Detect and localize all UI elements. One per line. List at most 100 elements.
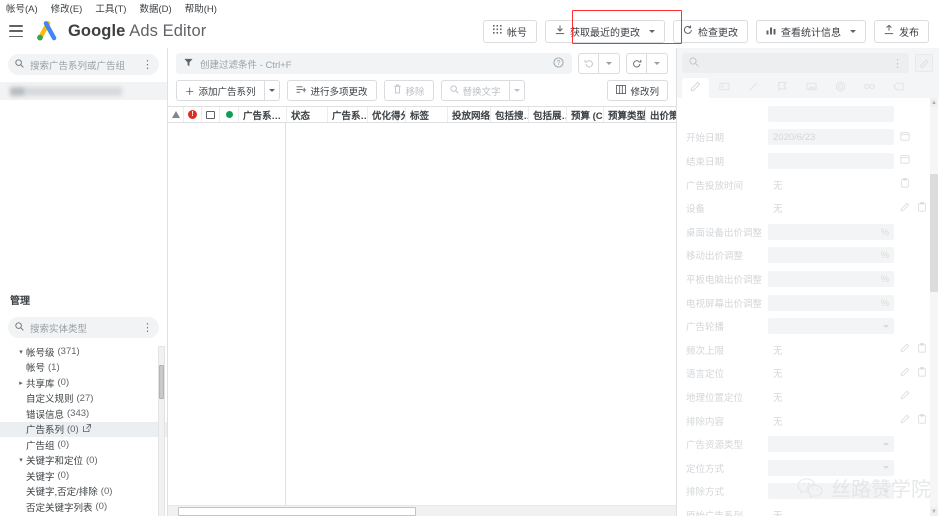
chevron-down-icon[interactable]: [649, 29, 655, 33]
tree-shared-library[interactable]: ▸ 共享库 (0): [0, 375, 167, 391]
pencil-icon[interactable]: [900, 367, 910, 380]
field-value[interactable]: 无: [768, 365, 894, 381]
horizontal-scrollbar[interactable]: [168, 505, 676, 516]
details-search-input[interactable]: ⋮: [682, 53, 909, 73]
view-statistics-button[interactable]: 查看统计信息: [756, 19, 866, 43]
menu-data[interactable]: 数据(D): [139, 1, 171, 15]
tab-extensions[interactable]: [769, 78, 796, 98]
column-header[interactable]: 预算 (C…: [567, 107, 604, 122]
field-value[interactable]: [768, 483, 894, 500]
publish-button[interactable]: 发布: [874, 19, 929, 43]
horizontal-scrollbar-thumb[interactable]: [178, 507, 416, 516]
pencil-icon[interactable]: [900, 202, 910, 215]
column-warning-triangle-icon[interactable]: [168, 107, 184, 122]
table-body[interactable]: [168, 123, 676, 516]
tree-accounts[interactable]: 帐号 (1): [0, 360, 167, 376]
undo-dropdown[interactable]: [599, 53, 620, 74]
field-value[interactable]: 无: [768, 342, 894, 358]
field-value[interactable]: %: [768, 294, 894, 311]
tree-keywords-targeting[interactable]: ▾ 关键字和定位 (0): [0, 453, 167, 469]
add-campaign-dropdown[interactable]: [264, 80, 280, 101]
tab-images[interactable]: [798, 78, 825, 98]
chevron-down-icon[interactable]: [883, 442, 889, 446]
field-value[interactable]: %: [768, 223, 894, 240]
more-options-icon[interactable]: ⋮: [142, 321, 153, 334]
chevron-down-icon[interactable]: [883, 324, 889, 328]
chevron-down-icon[interactable]: [850, 29, 856, 33]
column-header[interactable]: 预算类型: [604, 107, 646, 122]
tab-links[interactable]: [856, 78, 883, 98]
field-value[interactable]: %: [768, 247, 894, 264]
tab-labels[interactable]: [885, 78, 912, 98]
sidebar-scrollbar[interactable]: [158, 346, 165, 516]
tree-account-level[interactable]: ▾ 帐号级 (371): [0, 344, 167, 360]
field-value[interactable]: 无: [768, 177, 894, 193]
tab-keywords[interactable]: [711, 78, 738, 98]
field-value[interactable]: 无: [768, 389, 894, 405]
field-value[interactable]: [768, 105, 894, 122]
menu-account[interactable]: 帐号(A): [6, 1, 38, 15]
pencil-icon[interactable]: [900, 343, 910, 356]
column-error-badge-icon[interactable]: !: [184, 107, 202, 122]
remove-button[interactable]: 移除: [383, 80, 434, 101]
add-campaign-button[interactable]: ＋ 添加广告系列: [176, 80, 265, 101]
replace-text-dropdown[interactable]: [509, 80, 525, 101]
menu-help[interactable]: 帮助(H): [185, 1, 217, 15]
field-value[interactable]: 无: [768, 413, 894, 429]
make-multiple-changes-button[interactable]: 进行多项更改: [286, 80, 377, 101]
chevron-down-icon[interactable]: [883, 489, 889, 493]
chevron-icon[interactable]: ▾: [16, 456, 26, 464]
menu-tools[interactable]: 工具(T): [95, 1, 126, 15]
redo-dropdown[interactable]: [647, 53, 668, 74]
field-value[interactable]: 无: [768, 507, 894, 516]
accounts-button[interactable]: 帐号: [483, 19, 537, 43]
clipboard-icon[interactable]: [917, 201, 927, 215]
details-scrollbar[interactable]: ▲ ▼: [930, 98, 938, 516]
field-value[interactable]: 无: [768, 200, 894, 216]
field-value[interactable]: [768, 152, 894, 169]
tree-errors[interactable]: 错误信息 (343): [0, 406, 167, 422]
field-value[interactable]: 2020/6/23: [768, 129, 894, 146]
get-recent-changes-button[interactable]: 获取最近的更改: [545, 19, 665, 43]
sidebar-scrollbar-thumb[interactable]: [159, 365, 164, 399]
column-header[interactable]: 广告系…: [239, 107, 287, 122]
column-header[interactable]: 优化得分: [368, 107, 406, 122]
scroll-up-icon[interactable]: ▲: [930, 98, 938, 107]
column-header[interactable]: 投放网络: [448, 107, 491, 122]
column-status-dot-icon[interactable]: [220, 107, 239, 122]
pencil-icon[interactable]: [900, 390, 910, 403]
chevron-icon[interactable]: ▸: [16, 379, 26, 387]
tree-negative-keyword-lists[interactable]: 否定关键字列表 (0): [0, 499, 167, 515]
search-entity-type-input[interactable]: 搜索实体类型 ⋮: [8, 317, 159, 338]
chevron-icon[interactable]: ▾: [16, 348, 26, 356]
field-value[interactable]: %: [768, 270, 894, 287]
replace-text-button[interactable]: 替换文字: [440, 80, 510, 101]
column-header[interactable]: 出价策…: [646, 107, 676, 122]
tree-ad-groups[interactable]: 广告组 (0): [0, 437, 167, 453]
details-edit-icon[interactable]: [915, 54, 933, 72]
column-header[interactable]: 广告系…: [328, 107, 368, 122]
check-changes-button[interactable]: 检查更改: [673, 19, 748, 43]
tree-campaigns[interactable]: 广告系列 (0): [0, 421, 167, 437]
scroll-down-icon[interactable]: ▼: [930, 507, 938, 516]
details-scrollbar-thumb[interactable]: [930, 174, 938, 292]
tree-keywords[interactable]: 关键字 (0): [0, 468, 167, 484]
field-value[interactable]: [768, 318, 894, 335]
filter-input[interactable]: 创建过滤条件 - Ctrl+F ?: [176, 53, 572, 74]
column-header[interactable]: 状态: [287, 107, 328, 122]
redo-button[interactable]: [626, 53, 647, 74]
tree-negative-keywords[interactable]: 关键字,否定/排除 (0): [0, 484, 167, 500]
field-value[interactable]: [768, 459, 894, 476]
column-comment-icon[interactable]: [202, 107, 220, 122]
menu-icon[interactable]: [9, 25, 23, 37]
pencil-icon[interactable]: [900, 414, 910, 427]
edit-columns-button[interactable]: 修改列: [607, 80, 668, 101]
tab-targeting[interactable]: [827, 78, 854, 98]
clipboard-icon[interactable]: [900, 178, 910, 191]
clipboard-icon[interactable]: [917, 343, 927, 356]
external-link-icon[interactable]: [82, 424, 91, 434]
clipboard-icon[interactable]: [917, 366, 927, 380]
tab-ads[interactable]: [740, 78, 767, 98]
tree-custom-rules[interactable]: 自定义规则 (27): [0, 391, 167, 407]
column-divider[interactable]: [285, 123, 286, 516]
